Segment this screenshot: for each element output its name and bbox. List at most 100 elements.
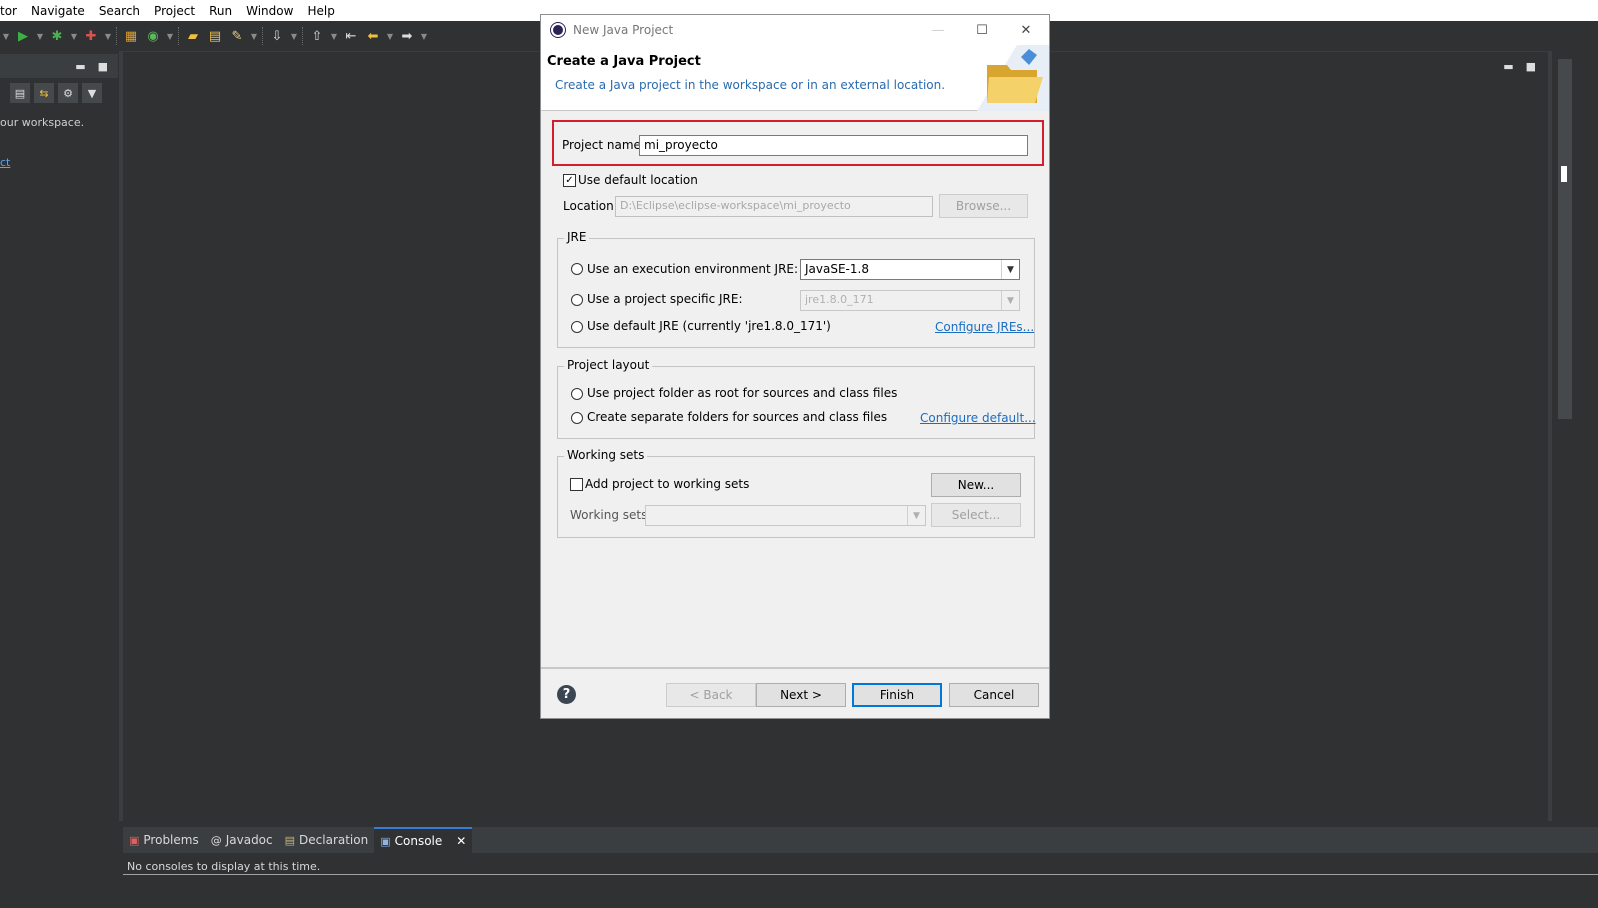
menu-run[interactable]: Run xyxy=(202,4,239,18)
next-annotation-icon[interactable]: ⇩ xyxy=(268,27,286,45)
new-working-set-button[interactable]: New... xyxy=(931,473,1021,497)
tab-label: Declaration xyxy=(299,833,369,847)
menu-project[interactable]: Project xyxy=(147,4,202,18)
location-input[interactable]: D:\Eclipse\eclipse-workspace\mi_proyecto xyxy=(615,196,933,217)
maximize-icon[interactable]: ☐ xyxy=(967,19,997,41)
prev-annotation-icon[interactable]: ⇧ xyxy=(308,27,326,45)
console-message: No consoles to display at this time. xyxy=(123,853,1598,875)
exec-env-radio[interactable] xyxy=(571,263,583,275)
javadoc-icon: @ xyxy=(210,833,222,847)
maximize-icon[interactable]: ■ xyxy=(1526,60,1536,73)
run-icon[interactable]: ▶ xyxy=(14,27,32,45)
menu-navigate[interactable]: Navigate xyxy=(24,4,92,18)
new-java-project-dialog: New Java Project — ☐ ✕ Create a Java Pro… xyxy=(540,14,1050,719)
project-specific-select[interactable]: jre1.8.0_171 ▼ xyxy=(800,290,1020,311)
menu-editor[interactable]: tor xyxy=(0,4,24,18)
open-type-icon[interactable]: ▰ xyxy=(184,27,202,45)
help-icon[interactable]: ? xyxy=(557,685,576,704)
collapse-all-icon[interactable]: ▤ xyxy=(10,83,30,103)
back-button[interactable]: < Back xyxy=(666,683,756,707)
layout-separate-radio[interactable] xyxy=(571,412,583,424)
view-menu-icon[interactable]: ▼ xyxy=(82,83,102,103)
maximize-icon[interactable]: ■ xyxy=(98,60,108,73)
outline-icon[interactable] xyxy=(1561,166,1567,182)
next-button[interactable]: Next > xyxy=(756,683,846,707)
minimize-icon[interactable]: ▬ xyxy=(75,60,85,73)
working-sets-title: Working sets xyxy=(564,448,648,462)
tab-label: Problems xyxy=(143,833,199,847)
back-icon[interactable]: ⬅ xyxy=(364,27,382,45)
link-with-editor-icon[interactable]: ⇆ xyxy=(34,83,54,103)
working-sets-select[interactable]: ▼ xyxy=(645,505,926,526)
layout-root-radio[interactable] xyxy=(571,388,583,400)
new-java-package-icon[interactable]: ▦ xyxy=(122,27,140,45)
tab-javadoc[interactable]: @ Javadoc xyxy=(205,827,279,853)
close-icon[interactable]: ✕ xyxy=(456,834,466,848)
tab-label: Console xyxy=(394,834,443,848)
view-toolbar: ▤ ⇆ ⚙ ▼ xyxy=(10,83,102,103)
chevron-down-icon[interactable]: ▼ xyxy=(330,27,338,45)
chevron-down-icon[interactable]: ▼ xyxy=(386,27,394,45)
chevron-down-icon[interactable]: ▼ xyxy=(250,27,258,45)
exec-env-label: Use an execution environment JRE: xyxy=(587,262,799,276)
chevron-down-icon[interactable]: ▼ xyxy=(290,27,298,45)
minimize-icon[interactable]: — xyxy=(923,19,953,41)
tab-console[interactable]: ▣ Console ✕ xyxy=(374,827,473,853)
browse-button[interactable]: Browse... xyxy=(939,194,1028,218)
location-label: Location: xyxy=(563,199,618,213)
use-default-location-checkbox[interactable]: ✓ xyxy=(563,174,576,187)
chevron-down-icon[interactable]: ▼ xyxy=(104,27,112,45)
new-class-icon[interactable]: ◉ xyxy=(144,27,162,45)
project-layout-title: Project layout xyxy=(564,358,653,372)
dialog-title: New Java Project xyxy=(573,23,674,37)
workspace-message: our workspace. xyxy=(0,116,85,129)
select-working-sets-button[interactable]: Select... xyxy=(931,503,1021,527)
working-sets-group: Working sets Add project to working sets… xyxy=(557,448,1035,538)
menu-search[interactable]: Search xyxy=(92,4,147,18)
wizard-description: Create a Java project in the workspace o… xyxy=(555,78,946,92)
close-icon[interactable]: ✕ xyxy=(1011,19,1041,41)
coverage-icon[interactable]: ✚ xyxy=(82,27,100,45)
eclipse-icon xyxy=(551,23,565,37)
chevron-down-icon[interactable]: ▼ xyxy=(420,27,428,45)
search-icon[interactable]: ✎ xyxy=(228,27,246,45)
chevron-down-icon[interactable]: ▼ xyxy=(70,27,78,45)
forward-icon[interactable]: ➡ xyxy=(398,27,416,45)
exec-env-value: JavaSE-1.8 xyxy=(805,262,869,276)
chevron-down-icon: ▼ xyxy=(1001,260,1019,279)
debug-icon[interactable]: ✱ xyxy=(48,27,66,45)
tab-declaration[interactable]: ▤ Declaration xyxy=(279,827,375,853)
cancel-button[interactable]: Cancel xyxy=(949,683,1039,707)
add-to-working-sets-checkbox[interactable] xyxy=(570,478,583,491)
default-jre-radio[interactable] xyxy=(571,321,583,333)
trim-bar xyxy=(1558,59,1572,419)
minimize-icon[interactable]: ▬ xyxy=(1503,60,1513,73)
project-specific-label: Use a project specific JRE: xyxy=(587,292,743,306)
project-specific-radio[interactable] xyxy=(571,294,583,306)
toolbar-separator xyxy=(178,27,180,45)
view-title-bar: ▬ ■ xyxy=(0,54,118,78)
menu-help[interactable]: Help xyxy=(300,4,341,18)
exec-env-select[interactable]: JavaSE-1.8 ▼ xyxy=(800,259,1020,280)
filters-icon[interactable]: ⚙ xyxy=(58,83,78,103)
create-project-link[interactable]: ct xyxy=(0,156,10,169)
menu-window[interactable]: Window xyxy=(239,4,300,18)
view-separator[interactable] xyxy=(1548,51,1552,821)
tab-label: Javadoc xyxy=(225,833,273,847)
chevron-down-icon[interactable]: ▼ xyxy=(166,27,174,45)
configure-default-link[interactable]: Configure default... xyxy=(920,411,1036,425)
open-task-icon[interactable]: ▤ xyxy=(206,27,224,45)
chevron-down-icon[interactable]: ▼ xyxy=(36,27,44,45)
configure-jres-link[interactable]: Configure JREs... xyxy=(935,320,1034,334)
wizard-footer: ? < Back Next > Finish Cancel xyxy=(541,667,1049,718)
project-name-input[interactable]: mi_proyecto xyxy=(639,135,1028,156)
last-edit-icon[interactable]: ⇤ xyxy=(342,27,360,45)
project-specific-value: jre1.8.0_171 xyxy=(805,293,874,306)
wizard-banner: Create a Java Project Create a Java proj… xyxy=(541,45,1049,111)
project-layout-group: Project layout Use project folder as roo… xyxy=(557,358,1036,439)
chevron-down-icon[interactable]: ▼ xyxy=(2,27,10,45)
tab-problems[interactable]: ▣ Problems xyxy=(123,827,205,853)
right-trim-stack xyxy=(1553,51,1598,821)
finish-button[interactable]: Finish xyxy=(852,683,942,707)
view-separator[interactable] xyxy=(119,51,123,821)
